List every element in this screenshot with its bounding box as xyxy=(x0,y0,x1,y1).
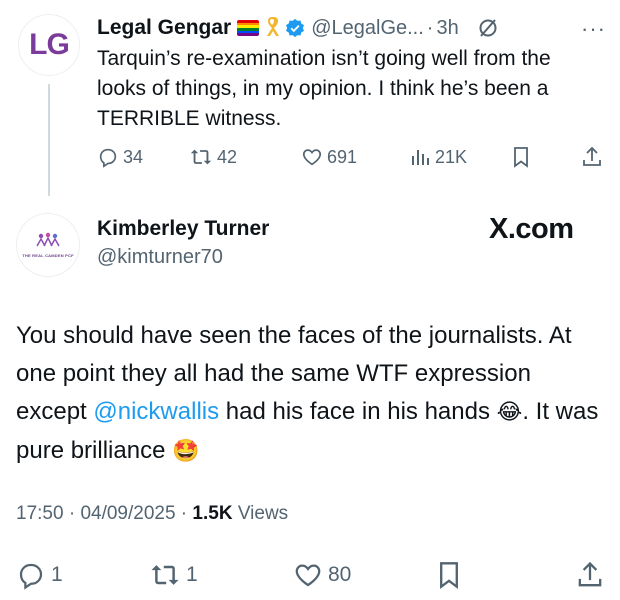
tweet-actions: 34 42 691 21K xyxy=(97,146,607,174)
laughing-emoji-icon: 😂 xyxy=(496,400,523,425)
reply-count: 34 xyxy=(123,146,144,167)
bookmark-button[interactable] xyxy=(436,560,467,590)
display-name[interactable]: Legal Gengar xyxy=(97,16,231,40)
tweet-date[interactable]: 04/09/2025 xyxy=(80,503,175,524)
repost-count: 42 xyxy=(217,146,238,167)
reply-icon xyxy=(19,563,43,590)
tweet-time[interactable]: 17:50 xyxy=(16,503,64,524)
star-struck-emoji-icon: 🤩 xyxy=(172,439,200,464)
reply-count: 1 xyxy=(51,563,63,586)
analytics-icon xyxy=(412,150,429,165)
people-logo-icon xyxy=(35,232,61,251)
tweet-text-part: had his face in his hands xyxy=(219,398,497,425)
share-icon xyxy=(583,146,601,166)
heart-icon xyxy=(302,149,322,166)
repost-count: 1 xyxy=(186,563,198,586)
thread-line xyxy=(48,84,50,196)
handle[interactable]: @LegalGe... xyxy=(311,17,424,40)
reply-icon xyxy=(99,148,117,168)
tweet-actions: 1 1 80 xyxy=(16,560,608,594)
avatar-logo-text: THE REAL CAMDEN PCF xyxy=(22,253,74,258)
like-count: 691 xyxy=(327,146,358,167)
heart-icon xyxy=(295,564,321,587)
bookmark-icon xyxy=(514,147,528,168)
like-count: 80 xyxy=(328,563,352,586)
xcom-watermark: X.com xyxy=(489,213,574,245)
repost-icon xyxy=(190,149,212,165)
like-button[interactable]: 691 xyxy=(301,146,357,168)
avatar-text: LG xyxy=(29,28,70,61)
views-button[interactable]: 21K xyxy=(409,146,467,168)
reply-button[interactable]: 34 xyxy=(97,146,143,168)
avatar-kimberley-turner[interactable]: THE REAL CAMDEN PCF xyxy=(16,213,80,277)
handle[interactable]: @kimturner70 xyxy=(97,246,223,269)
verified-badge-icon xyxy=(285,18,305,38)
bookmark-button[interactable] xyxy=(511,146,535,168)
tweet-header: Legal Gengar @LegalGe... · 3h ··· xyxy=(97,14,606,42)
main-tweet[interactable]: THE REAL CAMDEN PCF Kimberley Turner @ki… xyxy=(0,205,620,600)
awareness-ribbon-icon xyxy=(264,15,280,42)
view-count: 21K xyxy=(435,146,468,167)
share-button[interactable] xyxy=(581,146,607,168)
more-options-icon[interactable]: ··· xyxy=(581,16,606,42)
meta-separator: · xyxy=(63,503,81,524)
repost-button[interactable]: 42 xyxy=(189,146,237,168)
avatar-legal-gengar[interactable]: LG xyxy=(18,14,80,76)
display-name[interactable]: Kimberley Turner xyxy=(97,217,269,241)
tweet-text: Tarquin’s re-examination isn’t going wel… xyxy=(97,47,551,130)
tweet-text: You should have seen the faces of the jo… xyxy=(16,317,608,471)
mention-link[interactable]: @nickwallis xyxy=(93,398,219,425)
tweet-meta: 17:50 · 04/09/2025 · 1.5K Views xyxy=(16,503,288,525)
repost-icon xyxy=(151,565,179,585)
views-count: 1.5K xyxy=(192,503,233,524)
reply-button[interactable]: 1 xyxy=(16,560,63,590)
share-button[interactable] xyxy=(576,560,609,590)
meta-separator: · xyxy=(175,503,193,524)
views-label: Views xyxy=(232,503,289,524)
repost-button[interactable]: 1 xyxy=(149,560,198,590)
share-icon xyxy=(578,561,602,587)
grok-icon[interactable] xyxy=(477,17,499,39)
parent-tweet[interactable]: LG Legal Gengar @LegalGe... · 3h ··· Tar… xyxy=(0,0,620,205)
bookmark-icon xyxy=(440,562,458,590)
rainbow-flag-icon xyxy=(237,20,260,36)
timestamp[interactable]: 3h xyxy=(436,17,458,40)
like-button[interactable]: 80 xyxy=(293,560,351,590)
separator: · xyxy=(426,16,434,39)
